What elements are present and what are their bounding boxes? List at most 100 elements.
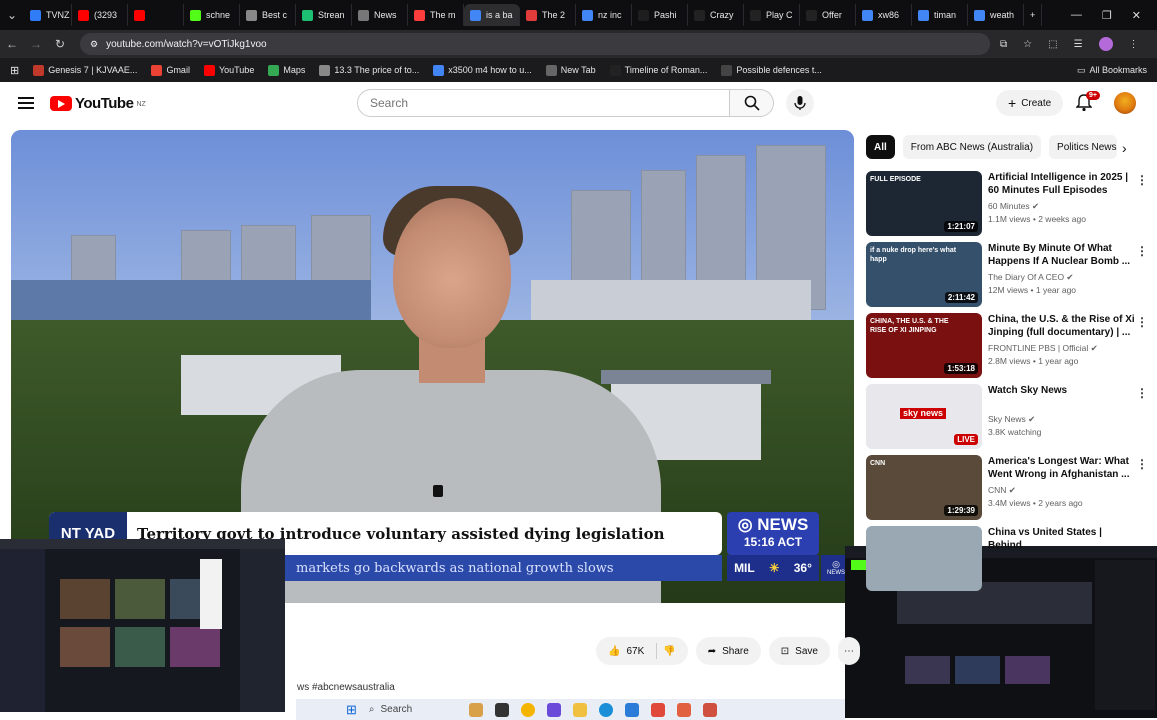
browser-tab[interactable]: Pashi xyxy=(632,4,688,26)
taskbar-app-icon[interactable] xyxy=(494,702,509,717)
channel-name[interactable]: CNN ✔ xyxy=(988,485,1016,496)
bookmark-item[interactable]: Gmail xyxy=(151,64,190,76)
browser-tab[interactable]: Offer xyxy=(800,4,856,26)
chrome-icon[interactable] xyxy=(520,702,535,717)
browser-tab[interactable]: The 2 xyxy=(520,4,576,26)
edge-icon[interactable] xyxy=(598,702,613,717)
browser-tab[interactable]: weath xyxy=(968,4,1024,26)
reload-icon[interactable]: ↻ xyxy=(48,37,72,51)
video-thumbnail[interactable]: sky news LIVE xyxy=(866,384,982,449)
account-avatar[interactable] xyxy=(1114,92,1136,114)
more-actions-button[interactable]: ⋯ xyxy=(837,637,860,665)
chip-politics[interactable]: Politics News xyxy=(1049,135,1118,159)
bookmark-star-icon[interactable]: ☆ xyxy=(1023,39,1032,50)
create-button[interactable]: + Create xyxy=(996,90,1064,116)
window-preview-left[interactable] xyxy=(0,539,285,712)
taskbar-app-icon[interactable] xyxy=(624,702,639,717)
video-title[interactable]: Watch Sky News xyxy=(988,384,1138,397)
file-explorer-icon[interactable] xyxy=(572,702,587,717)
tab-list-icon[interactable]: ⌄ xyxy=(0,8,24,22)
channel-name[interactable]: The Diary Of A CEO ✔ xyxy=(988,272,1074,283)
recommended-video[interactable]: CNN 1:29:39 America's Longest War: What We… xyxy=(866,455,1152,526)
save-button[interactable]: ⊡ Save xyxy=(768,637,830,665)
bookmark-item[interactable]: Timeline of Roman... xyxy=(609,64,707,76)
video-menu-icon[interactable]: ⋮ xyxy=(1136,315,1148,329)
like-button[interactable]: 👍 67K 👎 xyxy=(596,637,688,665)
voice-search-button[interactable] xyxy=(786,89,814,117)
back-icon[interactable]: ← xyxy=(0,37,24,51)
video-description-hashtags[interactable]: ws #abcnewsaustralia xyxy=(297,682,395,693)
minimize-icon[interactable]: — xyxy=(1071,9,1082,22)
url-bar[interactable]: ⚙ youtube.com/watch?v=vOTiJkg1voo xyxy=(80,33,990,55)
bookmark-item[interactable]: Maps xyxy=(268,64,305,76)
all-bookmarks[interactable]: ▭ All Bookmarks xyxy=(1077,65,1157,76)
video-thumbnail[interactable]: CHINA, THE U.S. & THE RISE OF XI JINPING… xyxy=(866,313,982,378)
browser-tab[interactable]: Best c xyxy=(240,4,296,26)
browser-tab[interactable]: Play C xyxy=(744,4,800,26)
browser-tab[interactable]: xw86 xyxy=(856,4,912,26)
browser-tab[interactable]: News xyxy=(352,4,408,26)
taskbar-app-icon[interactable] xyxy=(650,702,665,717)
bookmark-item[interactable]: Genesis 7 | KJVAAE... xyxy=(33,64,137,76)
browser-tab[interactable]: schne xyxy=(184,4,240,26)
apps-grid-icon[interactable]: ⊞ xyxy=(10,64,19,77)
guide-menu-icon[interactable] xyxy=(18,97,34,109)
taskbar-app-icon[interactable] xyxy=(702,702,717,717)
video-thumbnail[interactable]: if a nuke drop here's what happ 2:11:42 xyxy=(866,242,982,307)
recommended-video[interactable]: CHINA, THE U.S. & THE RISE OF XI JINPING… xyxy=(866,313,1152,384)
maximize-icon[interactable]: ❐ xyxy=(1102,9,1112,22)
video-player[interactable]: NT YAD Territory govt to introduce volun… xyxy=(11,130,854,603)
new-tab-button[interactable]: + xyxy=(1024,4,1043,26)
channel-name[interactable]: FRONTLINE PBS | Official ✔ xyxy=(988,343,1098,354)
taskbar-app-icon[interactable] xyxy=(676,702,691,717)
video-title[interactable]: Artificial Intelligence in 2025 | 60 Min… xyxy=(988,171,1138,197)
chips-next-chevron-icon[interactable]: › xyxy=(1122,140,1127,156)
browser-tab[interactable]: is a ba xyxy=(464,4,520,26)
video-title[interactable]: Minute By Minute Of What Happens If A Nu… xyxy=(988,242,1138,268)
sidepanel-icon[interactable]: ☰ xyxy=(1074,39,1083,50)
browser-tab[interactable]: The m xyxy=(408,4,464,26)
video-title[interactable]: China, the U.S. & the Rise of Xi Jinping… xyxy=(988,313,1138,339)
video-thumbnail[interactable] xyxy=(866,526,982,591)
bookmark-item[interactable]: YouTube xyxy=(203,64,254,76)
video-thumbnail[interactable]: FULL EPISODE 1:21:07 xyxy=(866,171,982,236)
recommended-video[interactable]: if a nuke drop here's what happ 2:11:42 Mi… xyxy=(866,242,1152,313)
close-window-icon[interactable]: ✕ xyxy=(1132,9,1141,22)
bookmark-item[interactable]: New Tab xyxy=(545,64,596,76)
recommended-video[interactable]: sky news LIVE Watch Sky News Sky News ✔ 3.8K… xyxy=(866,384,1152,455)
youtube-logo[interactable]: YouTube NZ xyxy=(50,95,146,112)
video-menu-icon[interactable]: ⋮ xyxy=(1136,244,1148,258)
video-menu-icon[interactable]: ⋮ xyxy=(1136,457,1148,471)
search-input[interactable] xyxy=(357,89,730,117)
chip-all[interactable]: All xyxy=(866,135,895,159)
channel-name[interactable]: 60 Minutes ✔ xyxy=(988,201,1039,212)
browser-tab[interactable]: TVNZ xyxy=(24,4,72,26)
video-title[interactable]: America's Longest War: What Went Wrong i… xyxy=(988,455,1138,481)
video-menu-icon[interactable]: ⋮ xyxy=(1136,173,1148,187)
recommended-video[interactable]: FULL EPISODE 1:21:07 Artificial Intelligen… xyxy=(866,171,1152,242)
browser-tab[interactable]: nz inc xyxy=(576,4,632,26)
video-title[interactable]: China vs United States | Behind xyxy=(988,526,1138,552)
search-button[interactable] xyxy=(730,89,774,117)
extensions-icon[interactable]: ⬚ xyxy=(1048,39,1057,50)
taskbar-widget-icon[interactable] xyxy=(468,702,483,717)
taskbar-search[interactable]: ⌕ Search xyxy=(369,704,457,715)
windows-start-icon[interactable]: ⊞ xyxy=(346,702,357,718)
browser-tab[interactable]: (3293 xyxy=(72,4,128,26)
thumbs-down-icon[interactable]: 👎 xyxy=(663,646,675,657)
bookmark-item[interactable]: 13.3 The price of to... xyxy=(319,64,419,76)
browser-menu-icon[interactable]: ⋮ xyxy=(1129,39,1139,50)
recommended-video[interactable]: China vs United States | Behind xyxy=(866,526,1152,597)
browser-tab[interactable]: Crazy xyxy=(688,4,744,26)
site-info-icon[interactable]: ⚙ xyxy=(90,39,98,50)
browser-tab[interactable] xyxy=(128,4,184,26)
video-thumbnail[interactable]: CNN 1:29:39 xyxy=(866,455,982,520)
video-menu-icon[interactable]: ⋮ xyxy=(1136,386,1148,400)
bookmark-item[interactable]: x3500 m4 how to u... xyxy=(433,64,532,76)
taskbar-app-icon[interactable] xyxy=(546,702,561,717)
channel-name[interactable]: Sky News ✔ xyxy=(988,414,1035,425)
bookmark-item[interactable]: Possible defences t... xyxy=(721,64,822,76)
install-icon[interactable]: ⧉ xyxy=(1000,39,1007,50)
forward-icon[interactable]: → xyxy=(24,37,48,51)
profile-icon[interactable] xyxy=(1098,37,1113,51)
